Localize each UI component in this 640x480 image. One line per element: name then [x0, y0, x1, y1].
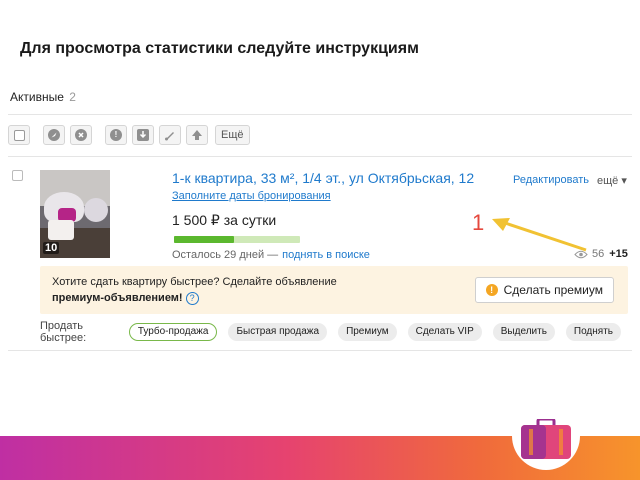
ads-panel: Активные 2 ! Ещё 10 1-к квартира, 33 м²,…: [0, 78, 640, 358]
remaining-days-text: Осталось 29 дней —: [172, 249, 279, 261]
annotation-number: 1: [472, 210, 485, 235]
close-icon: [75, 129, 87, 141]
chip-quick-sale[interactable]: Быстрая продажа: [228, 323, 328, 341]
chip-highlight[interactable]: Выделить: [492, 323, 555, 341]
listing-card: 10 1-к квартира, 33 м², 1/4 эт., ул Октя…: [8, 160, 632, 350]
make-premium-button[interactable]: ! Сделать премиум: [474, 277, 614, 303]
brush-button[interactable]: [159, 125, 181, 145]
sell-faster-row: Продать быстрее: Турбо-продажа Быстрая п…: [40, 320, 632, 344]
listing-title-link[interactable]: 1-к квартира, 33 м², 1/4 эт., ул Октябрь…: [172, 170, 474, 186]
tab-active-count: 2: [69, 90, 76, 104]
bulk-toolbar: ! Ещё: [8, 124, 250, 146]
views-delta: +15: [609, 248, 628, 260]
listing-checkbox[interactable]: [12, 170, 23, 181]
raise-in-search-link[interactable]: поднять в поиске: [282, 249, 370, 261]
listing-more-menu[interactable]: ещё ▾: [597, 174, 627, 187]
slide-title: Для просмотра статистики следуйте инстру…: [20, 40, 419, 57]
promo-premium-word: премиум: [52, 292, 101, 304]
chip-make-vip[interactable]: Сделать VIP: [407, 323, 482, 341]
remaining-days: Осталось 29 дней — поднять в поиске: [172, 249, 370, 261]
booking-dates-link[interactable]: Заполните даты бронирования: [172, 190, 331, 202]
make-premium-label: Сделать премиум: [503, 283, 603, 297]
chip-raise[interactable]: Поднять: [565, 323, 621, 341]
photo-lamp: [84, 198, 108, 222]
listing-time-progress: [174, 236, 300, 243]
photo-count-badge: 10: [43, 242, 60, 254]
annotation-arrow-icon: [492, 218, 587, 252]
download-button[interactable]: [132, 125, 154, 145]
eye-icon: [574, 250, 588, 258]
premium-promo-banner: Хотите сдать квартиру быстрее? Сделайте …: [40, 266, 628, 314]
brush-icon: [165, 132, 174, 141]
promo-line-2: премиум-объявлением!?: [52, 290, 337, 306]
listing-price: 1 500 ₽ за сутки: [172, 212, 277, 228]
progress-fill: [174, 236, 235, 243]
promo-line-2-rest: -объявлением!: [100, 292, 183, 304]
promo-line-1: Хотите сдать квартиру быстрее? Сделайте …: [52, 276, 337, 288]
chip-premium[interactable]: Премиум: [338, 323, 397, 341]
info-button[interactable]: !: [105, 125, 127, 145]
divider: [8, 114, 632, 115]
premium-coin-icon: !: [485, 284, 498, 296]
info-icon: !: [110, 129, 122, 141]
divider: [8, 350, 632, 351]
sell-faster-label: Продать быстрее:: [40, 320, 87, 344]
listing-photo[interactable]: 10: [40, 170, 110, 258]
views-count: 56: [592, 248, 605, 260]
download-icon: [137, 129, 149, 141]
checkbox-icon: [13, 129, 25, 141]
remove-button[interactable]: [70, 125, 92, 145]
up-arrow-icon: [192, 130, 202, 140]
divider: [8, 156, 632, 157]
tab-active-label: Активные: [10, 90, 64, 104]
help-icon[interactable]: ?: [185, 292, 199, 305]
edit-link[interactable]: Редактировать: [513, 174, 589, 186]
raise-button[interactable]: [186, 125, 208, 145]
activate-icon: [48, 129, 60, 141]
activate-button[interactable]: [43, 125, 65, 145]
views-stats[interactable]: 56 +15: [574, 248, 628, 260]
tab-active[interactable]: Активные 2: [10, 90, 76, 104]
suitcase-icon: [521, 419, 571, 459]
select-all-button[interactable]: [8, 125, 30, 145]
photo-table: [48, 220, 74, 240]
chip-turbo-sale[interactable]: Турбо-продажа: [128, 323, 218, 341]
toolbar-more-button[interactable]: Ещё: [215, 125, 250, 145]
promo-text: Хотите сдать квартиру быстрее? Сделайте …: [52, 274, 337, 306]
